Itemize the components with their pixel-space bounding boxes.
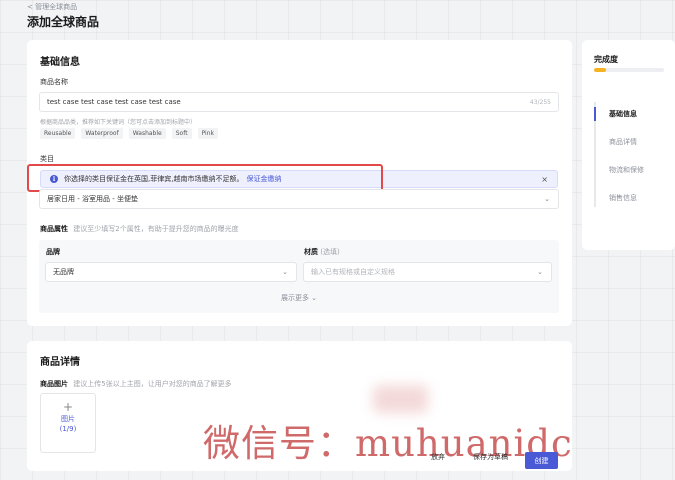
keyword-tags: Reusable Waterproof Washable Soft Pink	[40, 128, 218, 139]
category-select[interactable]: 居家日用 - 浴室用品 - 坐便垫 ⌄	[39, 189, 559, 209]
blurred-region	[373, 385, 428, 413]
create-button[interactable]: 创建	[525, 452, 558, 469]
product-name-input[interactable]: test case test case test case test case …	[39, 92, 559, 112]
completion-progress-bar	[594, 68, 664, 72]
brand-select[interactable]: 无品牌 ⌄	[45, 262, 297, 282]
basic-info-title: 基础信息	[40, 57, 80, 68]
save-draft-button[interactable]: 保存为草稿	[473, 452, 508, 462]
detail-title: 商品详情	[40, 357, 80, 368]
keyword-hint: 根据商品品类，推荐如下关键词（您可点击添加到标题中）	[40, 119, 197, 126]
images-label-group: 商品图片 建议上传5张以上主图，让用户对您的商品了解更多	[40, 379, 232, 389]
image-upload-button[interactable]: + 图片 (1/9)	[40, 393, 96, 453]
chevron-down-icon: ⌄	[544, 195, 550, 203]
keyword-tag[interactable]: Pink	[197, 128, 218, 139]
nav-item-sales[interactable]: 销售信息	[609, 193, 637, 203]
completion-label: 完成度	[594, 55, 618, 64]
category-value: 居家日用 - 浴室用品 - 坐便垫	[47, 195, 138, 203]
material-optional: (选填)	[320, 248, 340, 256]
chevron-down-icon: ⌄	[537, 268, 543, 276]
keyword-tag[interactable]: Waterproof	[81, 128, 123, 139]
close-icon[interactable]: ×	[541, 175, 548, 184]
category-label: 类目	[40, 155, 54, 163]
highlight-annotation-box	[27, 164, 383, 192]
chevron-down-icon: ⌄	[282, 268, 288, 276]
keyword-tag[interactable]: Soft	[171, 128, 192, 139]
watermark-text: 微信号：muhuanidc	[203, 422, 573, 465]
plus-icon: +	[62, 400, 74, 414]
product-name-label: 商品名称	[40, 78, 68, 86]
brand-value: 无品牌	[53, 268, 74, 276]
page-title: 添加全球商品	[27, 15, 100, 29]
material-label-group: 材质 (选填)	[304, 247, 340, 257]
nav-item-logistics[interactable]: 物流和保修	[609, 165, 644, 175]
upload-label: 图片	[61, 415, 75, 423]
keyword-tag[interactable]: Reusable	[40, 128, 76, 139]
attr-title: 商品属性 建议至少填写2个属性，有助于提升您的商品的曝光度	[40, 224, 239, 234]
breadcrumb[interactable]: < 管理全球商品	[27, 2, 77, 12]
material-placeholder: 输入已有规格或自定义规格	[311, 268, 395, 276]
nav-item-basic[interactable]: 基础信息	[609, 109, 637, 119]
images-hint: 建议上传5张以上主图，让用户对您的商品了解更多	[73, 380, 232, 388]
attr-hint: 建议至少填写2个属性，有助于提升您的商品的曝光度	[73, 225, 239, 233]
show-more-button[interactable]: 展示更多 ⌄	[39, 293, 559, 303]
upload-count: (1/9)	[59, 425, 77, 433]
material-label: 材质	[304, 248, 318, 256]
product-name-value: test case test case test case test case	[47, 98, 181, 106]
nav-item-detail[interactable]: 商品详情	[609, 137, 637, 147]
product-name-counter: 43/255	[529, 98, 551, 106]
completion-sidebar: 完成度 基础信息 商品详情 物流和保修 销售信息	[582, 40, 675, 250]
material-input[interactable]: 输入已有规格或自定义规格 ⌄	[303, 262, 552, 282]
keyword-tag[interactable]: Washable	[128, 128, 166, 139]
attr-label: 商品属性	[40, 225, 68, 233]
images-label: 商品图片	[40, 380, 68, 388]
nav-active-indicator	[594, 107, 596, 121]
brand-label: 品牌	[46, 248, 60, 256]
abandon-button[interactable]: 放弃	[431, 452, 445, 462]
completion-progress-fill	[594, 68, 606, 72]
